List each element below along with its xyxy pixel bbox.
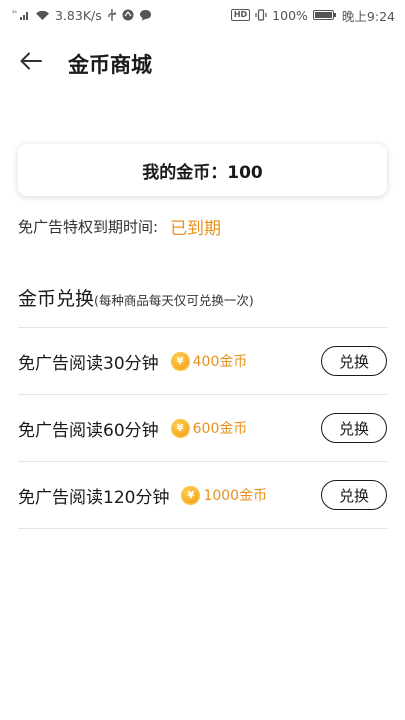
app-notification-icon (122, 9, 134, 21)
coin-icon: ¥ (170, 351, 190, 371)
divider (18, 528, 387, 529)
exchange-item-price: 1000金币 (203, 488, 268, 504)
exchange-item: 免广告阅读60分钟 ¥ 600金币 兑换 (18, 395, 387, 461)
exchange-item: 免广告阅读30分钟 ¥ 400金币 兑换 (18, 328, 387, 394)
exchange-item-label: 免广告阅读120分钟 (18, 487, 170, 508)
exchange-item-price: 600金币 (192, 421, 248, 437)
status-bar-left: ⁴⁶ 3.83K/s (12, 8, 152, 23)
exchange-item: 免广告阅读120分钟 ¥ 1000金币 兑换 (18, 462, 387, 528)
network-speed: 3.83K/s (55, 7, 102, 23)
exchange-title: 金币兑换 (18, 288, 95, 310)
message-icon (139, 9, 152, 21)
battery-icon (312, 9, 337, 21)
clock: 晚上9:24 (341, 8, 395, 24)
coin-icon: ¥ (181, 485, 201, 505)
exchange-section-title: 金币兑换 (每种商品每天仅可兑换一次) (18, 284, 254, 311)
vibrate-icon (255, 9, 267, 21)
ad-free-expiry-label: 免广告特权到期时间: (18, 218, 159, 236)
ad-free-expiry-status: 已到期 (170, 219, 222, 239)
ad-free-expiry: 免广告特权到期时间: 已到期 (18, 214, 221, 239)
exchange-button[interactable]: 兑换 (321, 413, 387, 443)
coin-balance-card: 我的金币：100 (18, 144, 387, 196)
exchange-button[interactable]: 兑换 (321, 480, 387, 510)
svg-text:⁴⁶: ⁴⁶ (12, 10, 17, 17)
battery-percent: 100% (272, 7, 308, 23)
page-title: 金币商城 (68, 53, 152, 77)
exchange-item-label: 免广告阅读60分钟 (18, 420, 159, 441)
wifi-icon (35, 9, 50, 21)
exchange-item-label: 免广告阅读30分钟 (18, 353, 159, 374)
coin-balance-label: 我的金币：100 (142, 162, 263, 183)
status-bar: ⁴⁶ 3.83K/s HD 100% 晚上9:24 (0, 0, 405, 30)
coin-icon: ¥ (170, 418, 190, 438)
arrow-left-icon (20, 52, 42, 74)
cellular-signal-icon: ⁴⁶ (12, 9, 30, 21)
exchange-note: (每种商品每天仅可兑换一次) (94, 293, 254, 308)
exchange-button[interactable]: 兑换 (321, 346, 387, 376)
hd-badge: HD (230, 9, 251, 21)
usb-icon (107, 9, 117, 21)
back-button[interactable] (18, 50, 44, 76)
status-bar-right: HD 100% 晚上9:24 (230, 6, 395, 25)
app-header: 金币商城 (0, 30, 405, 96)
exchange-item-price: 400金币 (192, 354, 248, 370)
